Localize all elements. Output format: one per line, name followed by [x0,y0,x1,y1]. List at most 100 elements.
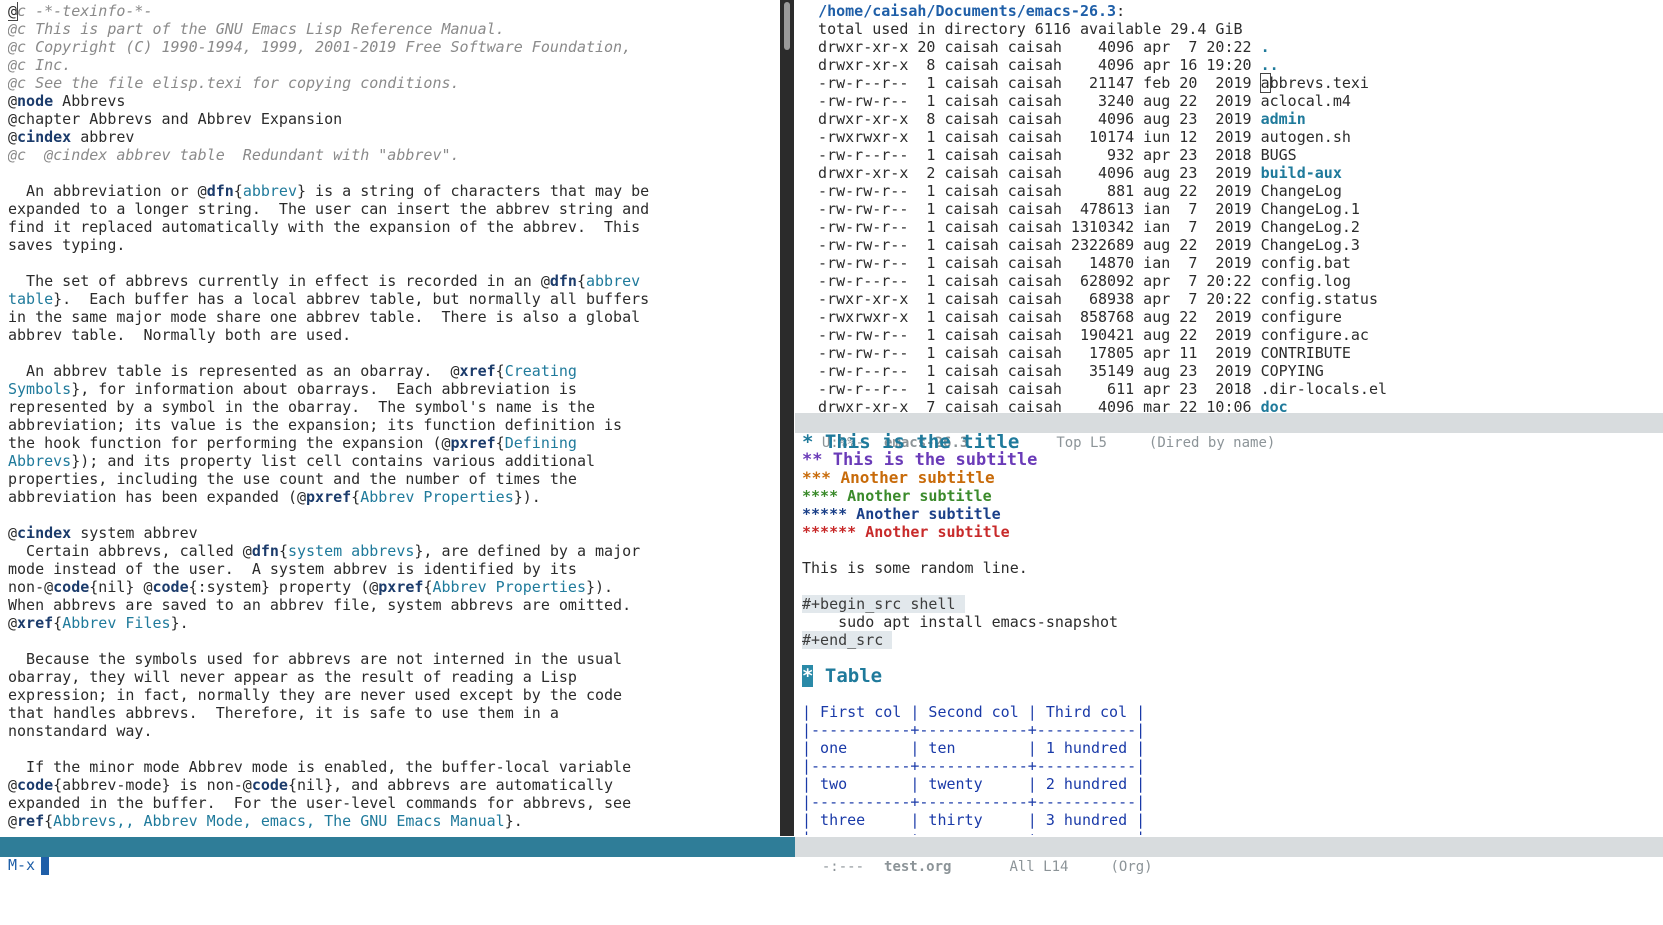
buffer-line[interactable]: An abbreviation or @dfn{abbrev} is a str… [8,182,776,200]
buffer-line[interactable]: -rw-rw-r-- 1 caisah caisah 2322689 aug 2… [800,236,1660,254]
buffer-line[interactable]: |-----------+------------+-----------| [802,793,1660,811]
buffer-line[interactable]: /home/caisah/Documents/emacs-26.3: [800,2,1660,20]
buffer-line[interactable]: expanded to a longer string. The user ca… [8,200,776,218]
buffer-line[interactable]: ****** Another subtitle [802,523,1660,541]
buffer-line[interactable]: nonstandard way. [8,722,776,740]
buffer-line[interactable]: |-----------+------------+-----------| [802,721,1660,739]
buffer-line[interactable]: -rw-rw-r-- 1 caisah caisah 17805 apr 11 … [800,344,1660,362]
buffer-line[interactable]: |-----------+------------+-----------| [802,829,1660,835]
window-divider[interactable] [780,0,794,836]
buffer-line[interactable] [802,577,1660,595]
org-buffer[interactable]: * This is the title ** This is the subtit… [802,433,1660,835]
buffer-line[interactable]: *** Another subtitle [802,469,1660,487]
buffer-line[interactable]: @c Inc. [8,56,776,74]
buffer-line[interactable]: represented by a symbol in the obarray. … [8,398,776,416]
buffer-line[interactable]: find it replaced automatically with the … [8,218,776,236]
buffer-line[interactable]: This is some random line. [802,559,1660,577]
buffer-line[interactable]: * Table [802,665,1660,687]
buffer-line[interactable]: drwxr-xr-x 7 caisah caisah 4096 mar 22 1… [800,398,1660,412]
buffer-line[interactable]: @ref{Abbrevs,, Abbrev Mode, emacs, The G… [8,812,776,830]
buffer-line[interactable]: properties, including the use count and … [8,470,776,488]
buffer-line[interactable]: If the minor mode Abbrev mode is enabled… [8,758,776,776]
buffer-line[interactable]: abbreviation; its value is the expansion… [8,416,776,434]
buffer-line[interactable]: Symbols}, for information about obarrays… [8,380,776,398]
buffer-line[interactable]: @cindex abbrev [8,128,776,146]
buffer-line[interactable]: Abbrevs}); and its property list cell co… [8,452,776,470]
buffer-line[interactable]: -rw-rw-r-- 1 caisah caisah 881 aug 22 20… [800,182,1660,200]
buffer-line[interactable]: abbreviation has been expanded (@pxref{A… [8,488,776,506]
buffer-line[interactable]: **** Another subtitle [802,487,1660,505]
buffer-line[interactable]: -rw-r--r-- 1 caisah caisah 35149 aug 23 … [800,362,1660,380]
buffer-line[interactable]: @code{abbrev-mode} is non-@code{nil}, an… [8,776,776,794]
scrollbar-thumb[interactable] [784,2,790,50]
buffer-line[interactable]: ** This is the subtitle [802,451,1660,469]
buffer-line[interactable] [8,164,776,182]
buffer-line[interactable]: -rw-r--r-- 1 caisah caisah 628092 apr 7 … [800,272,1660,290]
buffer-line[interactable]: -rwxr-xr-x 1 caisah caisah 68938 apr 7 2… [800,290,1660,308]
buffer-line[interactable]: drwxr-xr-x 2 caisah caisah 4096 aug 23 2… [800,164,1660,182]
buffer-line[interactable]: * This is the title [802,433,1660,452]
buffer-line[interactable]: -rw-rw-r-- 1 caisah caisah 1310342 ian 7… [800,218,1660,236]
buffer-line[interactable]: | one | ten | 1 hundred | [802,739,1660,757]
buffer-line[interactable]: total used in directory 6116 available 2… [800,20,1660,38]
buffer-line[interactable]: -rwxrwxr-x 1 caisah caisah 858768 aug 22… [800,308,1660,326]
texinfo-mode-line[interactable]: -:---abbrevs.texiTop L1(Texinfo) [0,837,795,875]
buffer-line[interactable]: The set of abbrevs currently in effect i… [8,272,776,290]
buffer-line[interactable]: -rw-rw-r-- 1 caisah caisah 14870 ian 7 2… [800,254,1660,272]
buffer-line[interactable]: mode instead of the user. A system abbre… [8,560,776,578]
buffer-line[interactable]: An abbrev table is represented as an oba… [8,362,776,380]
buffer-line[interactable]: drwxr-xr-x 8 caisah caisah 4096 apr 16 1… [800,56,1660,74]
buffer-line[interactable]: -rwxrwxr-x 1 caisah caisah 10174 iun 12 … [800,128,1660,146]
buffer-line[interactable]: -rw-rw-r-- 1 caisah caisah 478613 ian 7 … [800,200,1660,218]
dired-buffer[interactable]: /home/caisah/Documents/emacs-26.3: total… [800,2,1660,412]
buffer-line[interactable]: @xref{Abbrev Files}. [8,614,776,632]
buffer-line[interactable]: | First col | Second col | Third col | [802,703,1660,721]
buffer-line[interactable]: expanded in the buffer. For the user-lev… [8,794,776,812]
buffer-line[interactable]: | two | twenty | 2 hundred | [802,775,1660,793]
buffer-line[interactable]: @c @cindex abbrev table Redundant with "… [8,146,776,164]
buffer-line[interactable]: -rw-r--r-- 1 caisah caisah 932 apr 23 20… [800,146,1660,164]
buffer-line[interactable]: saves typing. [8,236,776,254]
buffer-line[interactable]: non-@code{nil} @code{:system} property (… [8,578,776,596]
buffer-line[interactable]: #+end_src [802,631,1660,649]
buffer-line[interactable]: @cindex system abbrev [8,524,776,542]
buffer-line[interactable] [802,541,1660,559]
buffer-line[interactable]: the hook function for performing the exp… [8,434,776,452]
buffer-line[interactable]: -rw-rw-r-- 1 caisah caisah 190421 aug 22… [800,326,1660,344]
buffer-line[interactable]: in the same major mode share one abbrev … [8,308,776,326]
buffer-line[interactable]: Certain abbrevs, called @dfn{system abbr… [8,542,776,560]
buffer-line[interactable]: drwxr-xr-x 8 caisah caisah 4096 aug 23 2… [800,110,1660,128]
buffer-line[interactable] [802,649,1660,667]
buffer-line[interactable]: table}. Each buffer has a local abbrev t… [8,290,776,308]
texinfo-buffer[interactable]: @c -*-texinfo-*- @c This is part of the G… [8,2,776,834]
buffer-line[interactable]: #+begin_src shell [802,595,1660,613]
buffer-line[interactable]: @c -*-texinfo-*- [8,2,776,21]
buffer-line[interactable] [8,506,776,524]
buffer-line[interactable] [802,685,1660,703]
minibuffer[interactable]: M-x [0,856,1663,880]
buffer-line[interactable]: When abbrevs are saved to an abbrev file… [8,596,776,614]
buffer-line[interactable]: -rw-r--r-- 1 caisah caisah 611 apr 23 20… [800,380,1660,398]
buffer-line[interactable]: abbrev table. Normally both are used. [8,326,776,344]
buffer-line[interactable]: @node Abbrevs [8,92,776,110]
buffer-line[interactable]: that handles abbrevs. Therefore, it is s… [8,704,776,722]
buffer-line[interactable]: -rw-rw-r-- 1 caisah caisah 3240 aug 22 2… [800,92,1660,110]
buffer-line[interactable]: -rw-r--r-- 1 caisah caisah 21147 feb 20 … [800,73,1660,93]
buffer-line[interactable] [8,740,776,758]
buffer-line[interactable]: @c See the file elisp.texi for copying c… [8,74,776,92]
buffer-line[interactable]: Because the symbols used for abbrevs are… [8,650,776,668]
dired-mode-line[interactable]: U:%%- emacs-26.3 Top L5 (Dired by name) [795,413,1663,451]
buffer-line[interactable]: ***** Another subtitle [802,505,1660,523]
buffer-line[interactable] [8,344,776,362]
buffer-line[interactable]: drwxr-xr-x 20 caisah caisah 4096 apr 7 2… [800,38,1660,56]
buffer-line[interactable]: |-----------+------------+-----------| [802,757,1660,775]
buffer-line[interactable]: expression; in fact, normally they are n… [8,686,776,704]
buffer-line[interactable]: @c This is part of the GNU Emacs Lisp Re… [8,20,776,38]
buffer-line[interactable]: | three | thirty | 3 hundred | [802,811,1660,829]
buffer-line[interactable]: obarray, they will never appear as the r… [8,668,776,686]
buffer-line[interactable]: @chapter Abbrevs and Abbrev Expansion [8,110,776,128]
buffer-line[interactable] [8,632,776,650]
buffer-line[interactable] [8,830,776,834]
buffer-line[interactable]: sudo apt install emacs-snapshot [802,613,1660,631]
org-mode-line[interactable]: -:--- test.org All L14 (Org) [795,837,1663,875]
